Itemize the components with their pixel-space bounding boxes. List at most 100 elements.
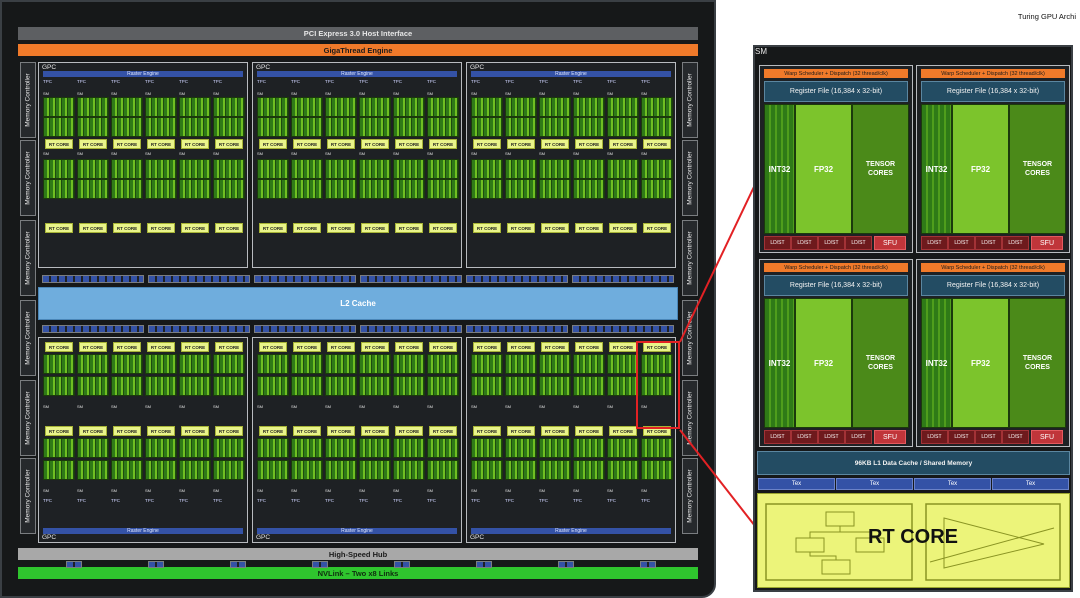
memory-controller: Memory Controller <box>682 458 698 534</box>
nvlink-port <box>66 561 82 568</box>
sm-label: SM <box>257 488 263 493</box>
sm-cores <box>213 159 245 179</box>
sm-cores <box>179 179 211 199</box>
ldst-unit: LD/ST <box>818 430 845 444</box>
sm-label: SM <box>257 404 263 409</box>
sm-label: SM <box>573 488 579 493</box>
sm-cores <box>291 97 323 117</box>
ldst-unit: LD/ST <box>818 236 845 250</box>
tpc-block: RT CORE SM RT CORE SM TPC <box>213 342 245 522</box>
sm-label: SM <box>213 488 219 493</box>
sm-cores <box>359 376 391 396</box>
sm-cores <box>291 117 323 137</box>
sm-label: SM <box>145 488 151 493</box>
tpc-block: TPC SM RT CORE SM RT CORE <box>539 79 571 259</box>
gpc-label: GPC <box>42 64 57 71</box>
sm-cores <box>325 97 357 117</box>
sm-label: SM <box>291 91 297 96</box>
sm-cores <box>427 179 459 199</box>
memory-controller-label: Memory Controller <box>24 311 32 365</box>
tpc-block: TPC SM RT CORE SM RT CORE <box>43 79 75 259</box>
ldst-unit: LD/ST <box>845 430 872 444</box>
sm-cores <box>257 159 289 179</box>
tpc-block: RT CORE SM RT CORE SM TPC <box>291 342 323 522</box>
sm-label: SM <box>111 91 117 96</box>
sm-label: SM <box>325 151 331 156</box>
sm-label: SM <box>291 151 297 156</box>
rt-core: RT CORE <box>609 139 637 149</box>
sm-label: SM <box>573 91 579 96</box>
sm-label: SM <box>359 151 365 156</box>
rt-core: RT CORE <box>541 139 569 149</box>
rt-core: RT CORE <box>45 342 73 352</box>
sm-cores <box>641 159 673 179</box>
tpc-block: TPC SM RT CORE SM RT CORE <box>505 79 537 259</box>
tpc-label: TPC <box>111 498 120 503</box>
sm-label: SM <box>539 488 545 493</box>
sm-label: SM <box>393 404 399 409</box>
sm-cores <box>641 117 673 137</box>
memory-controller-label: Memory Controller <box>24 231 32 285</box>
tpc-block: TPC SM RT CORE SM RT CORE <box>145 79 177 259</box>
sm-cores <box>641 460 673 480</box>
tex-unit: Tex <box>992 478 1069 490</box>
sm-label: SM <box>325 488 331 493</box>
sm-label: SM <box>607 151 613 156</box>
rt-core: RT CORE <box>45 139 73 149</box>
memory-controller-label: Memory Controller <box>686 231 694 285</box>
memory-controller: Memory Controller <box>20 140 36 216</box>
rt-core: RT CORE <box>181 223 209 233</box>
diagram-title: Turing GPU Archi <box>1017 12 1076 21</box>
sm-cores <box>573 159 605 179</box>
gpc-label: GPC <box>470 534 485 541</box>
sm-cores <box>111 97 143 117</box>
nvlink-port <box>394 561 410 568</box>
sm-cores <box>77 97 109 117</box>
tpc-label: TPC <box>427 79 436 84</box>
sm-subpartition: Warp Scheduler + Dispatch (32 thread/clk… <box>759 259 913 447</box>
sm-cores <box>641 97 673 117</box>
sm-label: SM <box>471 488 477 493</box>
sm-cores <box>179 438 211 458</box>
rt-core: RT CORE <box>293 342 321 352</box>
sm-cores <box>213 179 245 199</box>
rt-core: RT CORE <box>473 223 501 233</box>
sm-cores <box>111 159 143 179</box>
sm-cores <box>257 179 289 199</box>
tpc-label: TPC <box>505 498 514 503</box>
sm-cores <box>291 438 323 458</box>
ldst-unit: LD/ST <box>948 236 975 250</box>
sm-cores <box>505 159 537 179</box>
tpc-label: TPC <box>43 79 52 84</box>
tpc-block: TPC SM RT CORE SM RT CORE <box>325 79 357 259</box>
tpc-block: RT CORE SM RT CORE SM TPC <box>607 342 639 522</box>
tpc-block: RT CORE SM RT CORE SM TPC <box>77 342 109 522</box>
sm-cores <box>145 376 177 396</box>
memory-controller: Memory Controller <box>20 458 36 534</box>
ldst-unit: LD/ST <box>1002 236 1029 250</box>
warp-scheduler: Warp Scheduler + Dispatch (32 thread/clk… <box>764 69 908 78</box>
gpc-block: GPC Raster Engine RT CORE SM RT CORE SM TPC RT … <box>38 337 248 543</box>
sm-cores <box>393 159 425 179</box>
memory-controller: Memory Controller <box>682 220 698 296</box>
tpc-label: TPC <box>179 498 188 503</box>
gpc-label: GPC <box>256 64 271 71</box>
rt-core: RT CORE <box>259 342 287 352</box>
rt-core: RT CORE <box>327 342 355 352</box>
sfu-unit: SFU <box>1031 236 1063 250</box>
sm-label: SM <box>539 404 545 409</box>
memory-controller-label: Memory Controller <box>686 391 694 445</box>
rt-core: RT CORE <box>293 223 321 233</box>
sm-cores <box>325 460 357 480</box>
sm-label: SM <box>179 151 185 156</box>
rt-core: RT CORE <box>45 223 73 233</box>
ldst-unit: LD/ST <box>921 236 948 250</box>
tpc-label: TPC <box>43 498 52 503</box>
sm-label: SM <box>43 151 49 156</box>
sm-label: SM <box>471 91 477 96</box>
memory-controller-label: Memory Controller <box>24 73 32 127</box>
sm-cores <box>145 179 177 199</box>
tpc-block: TPC SM RT CORE SM RT CORE <box>179 79 211 259</box>
sm-cores <box>213 97 245 117</box>
sm-cores <box>43 354 75 374</box>
